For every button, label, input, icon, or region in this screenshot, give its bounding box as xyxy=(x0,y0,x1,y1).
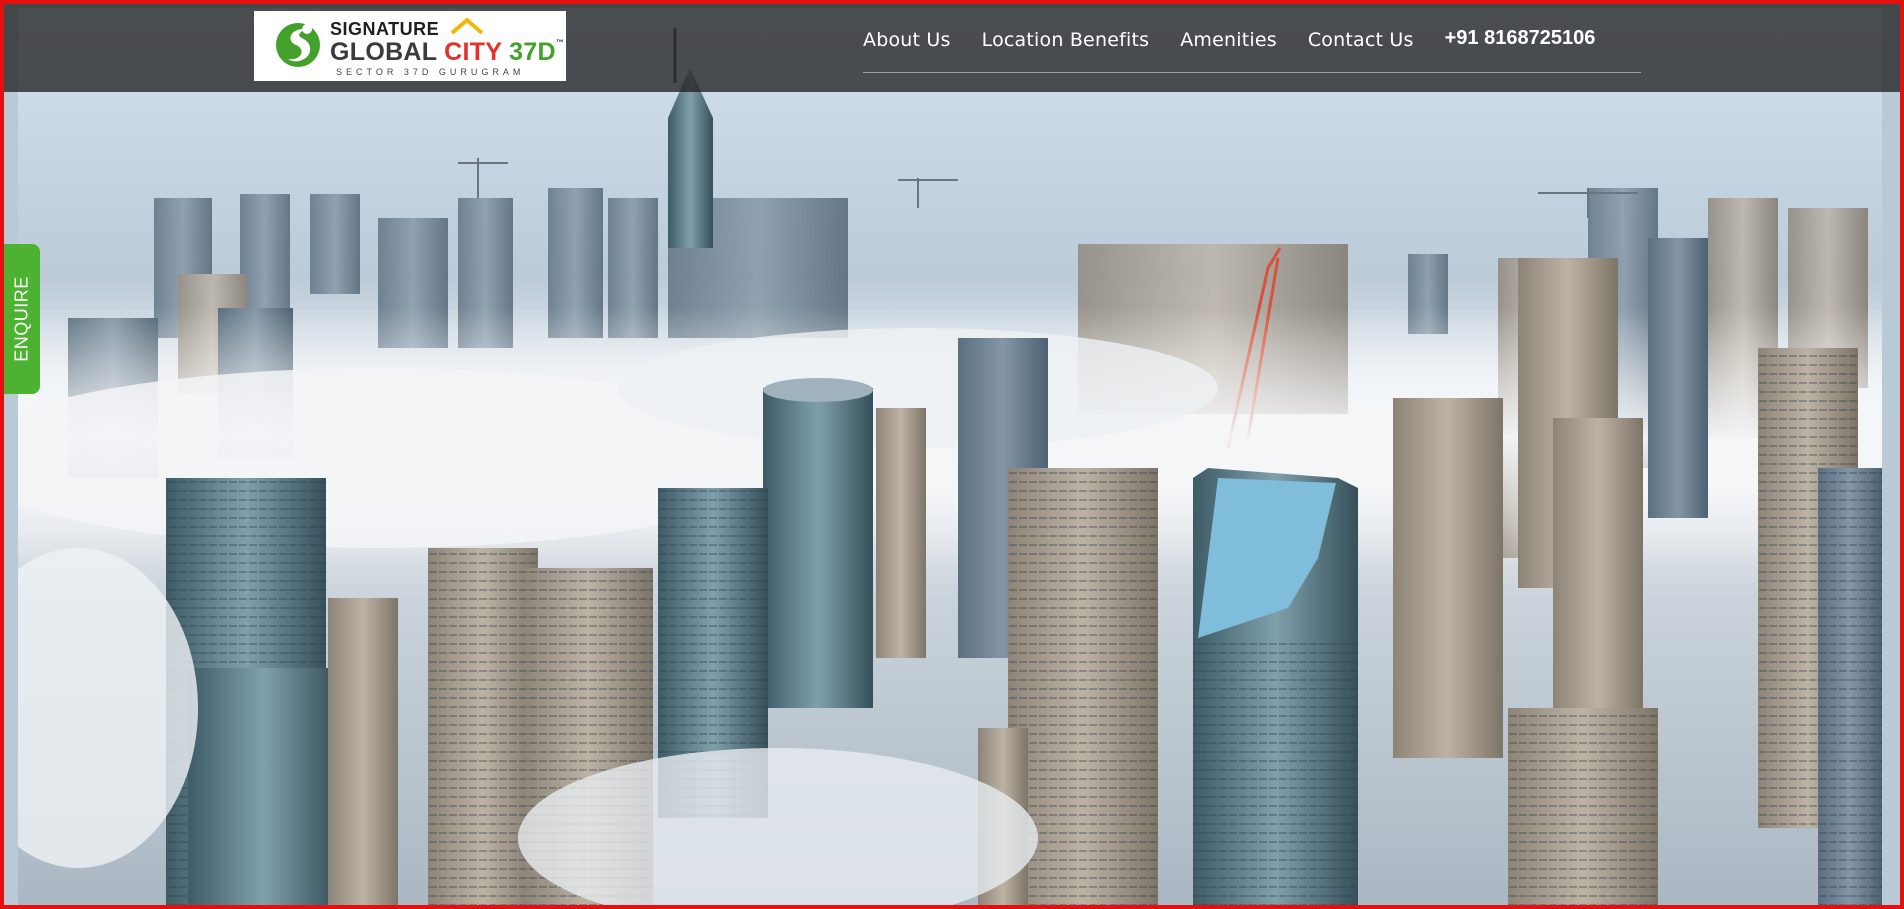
enquire-label: ENQUIRE xyxy=(11,276,32,362)
nav-about-us[interactable]: About Us xyxy=(863,28,951,52)
nav-amenities[interactable]: Amenities xyxy=(1180,28,1277,52)
logo-city: CITY xyxy=(444,38,502,66)
page-frame xyxy=(0,0,1904,909)
logo-subtitle: SECTOR 37D GURUGRAM xyxy=(336,67,525,77)
enquire-tab-button[interactable]: ENQUIRE xyxy=(4,244,40,394)
logo-number: 37D xyxy=(509,38,556,66)
logo-global: GLOBAL xyxy=(330,38,437,66)
site-logo[interactable]: SIGNATURE GLOBAL CITY 37D™ SECTOR 37D GU… xyxy=(254,11,566,81)
logo-line2: GLOBAL CITY 37D™ xyxy=(330,38,564,67)
main-nav: About Us Location Benefits Amenities Con… xyxy=(863,28,1595,68)
logo-trademark: ™ xyxy=(555,38,565,47)
logo-swirl-icon xyxy=(276,23,320,67)
hero-image-foggy-skyline xyxy=(18,8,1882,905)
nav-contact-us[interactable]: Contact Us xyxy=(1308,28,1414,52)
logo-line1: SIGNATURE xyxy=(330,19,440,39)
logo-roof-icon xyxy=(450,17,484,35)
nav-location-benefits[interactable]: Location Benefits xyxy=(982,28,1150,52)
nav-underline-divider xyxy=(863,72,1641,73)
nav-phone-link[interactable]: +91 8168725106 xyxy=(1445,28,1596,48)
